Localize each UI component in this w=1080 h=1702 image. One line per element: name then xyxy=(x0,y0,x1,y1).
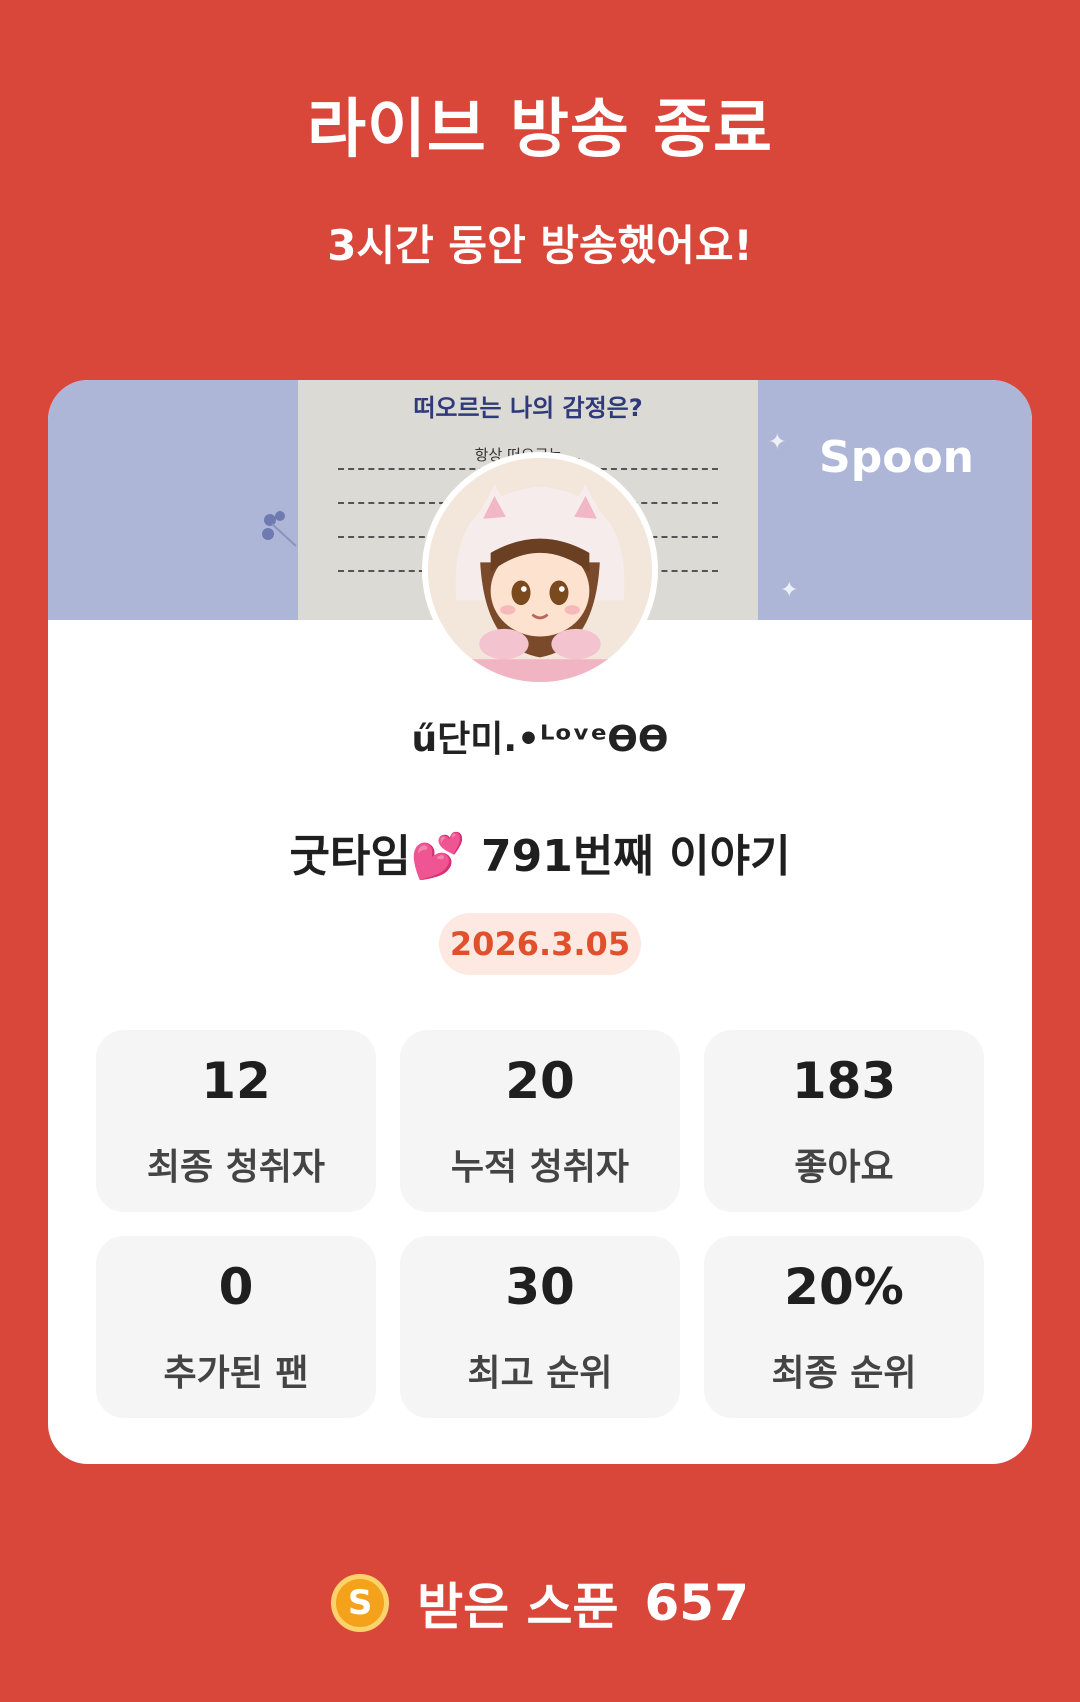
stat-new-fans: 0 추가된 팬 xyxy=(96,1236,376,1418)
stat-final-rank: 20% 최종 순위 xyxy=(704,1236,984,1418)
stat-label: 최종 청취자 xyxy=(146,1147,326,1188)
cover-paper-title: 떠오르는 나의 감정은? xyxy=(413,394,643,422)
page-title: 라이브 방송 종료 xyxy=(307,93,773,167)
stat-label: 최종 순위 xyxy=(771,1353,917,1394)
stats-grid: 12 최종 청취자 20 누적 청취자 183 좋아요 0 추가된 팬 30 최… xyxy=(96,1030,984,1418)
sparkle-icon: ✦ xyxy=(768,430,787,455)
sparkle-icon: ✦ xyxy=(780,578,799,603)
stat-highest-rank: 30 최고 순위 xyxy=(400,1236,680,1418)
avatar[interactable] xyxy=(422,452,658,688)
stat-final-listeners: 12 최종 청취자 xyxy=(96,1030,376,1212)
stat-value: 183 xyxy=(791,1052,897,1110)
stat-label: 좋아요 xyxy=(794,1147,894,1188)
broadcast-date-badge: 2026.3.05 xyxy=(439,913,641,975)
stat-value: 20% xyxy=(784,1258,904,1316)
broadcast-duration: 3시간 동안 방송했어요! xyxy=(327,221,753,270)
stat-value: 12 xyxy=(201,1052,271,1110)
broadcast-summary-card: 떠오르는 나의 감정은? 항상 떠오르는 ... 항상 스트레스 ... 듣고 … xyxy=(48,380,1032,1464)
received-spoons-label: 받은 스푼 xyxy=(417,1578,619,1636)
spoon-coin-icon: S xyxy=(331,1574,390,1632)
live-end-screen: 라이브 방송 종료 3시간 동안 방송했어요! 떠오르는 나의 감정은? 항상 … xyxy=(0,0,1080,1702)
live-title: 굿타임💕 791번째 이야기 xyxy=(289,831,791,882)
stat-label: 누적 청취자 xyxy=(450,1147,630,1188)
spoon-logo: Spoon xyxy=(819,432,974,483)
stat-likes: 183 좋아요 xyxy=(704,1030,984,1212)
received-spoons-count: 657 xyxy=(644,1574,749,1632)
stat-total-listeners: 20 누적 청취자 xyxy=(400,1030,680,1212)
stat-value: 30 xyxy=(505,1258,575,1316)
stat-label: 최고 순위 xyxy=(467,1353,613,1394)
stat-label: 추가된 팬 xyxy=(163,1353,309,1394)
dots-decoration-icon xyxy=(258,510,298,550)
received-spoons: S 받은 스푼 657 xyxy=(0,1568,1080,1638)
stat-value: 0 xyxy=(218,1258,254,1316)
profile-avatar-icon xyxy=(428,458,652,682)
username: ű단미.•ᴸᵒᵛᵉ𝝧𝝧 xyxy=(411,719,669,760)
stat-value: 20 xyxy=(505,1052,575,1110)
